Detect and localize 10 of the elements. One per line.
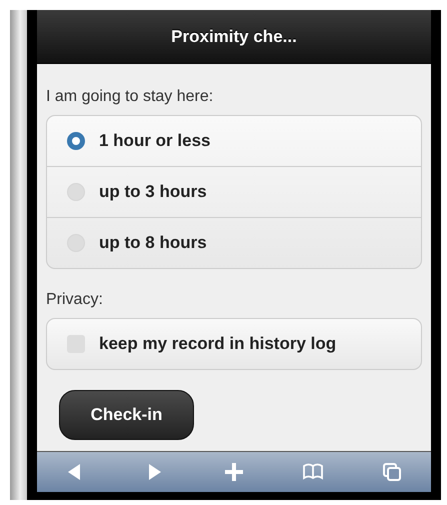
radio-option[interactable]: up to 8 hours	[47, 217, 421, 268]
checkbox[interactable]	[67, 335, 85, 353]
checkbox-option[interactable]: keep my record in history log	[47, 319, 421, 369]
check-in-button[interactable]: Check-in	[59, 390, 194, 440]
radio-option[interactable]: 1 hour or less	[47, 116, 421, 166]
page-title: Proximity che...	[171, 26, 297, 46]
radio-button[interactable]	[67, 132, 85, 150]
stay-label: I am going to stay here:	[46, 88, 214, 106]
radio-option[interactable]: up to 3 hours	[47, 166, 421, 217]
privacy-label: Privacy:	[46, 291, 104, 309]
